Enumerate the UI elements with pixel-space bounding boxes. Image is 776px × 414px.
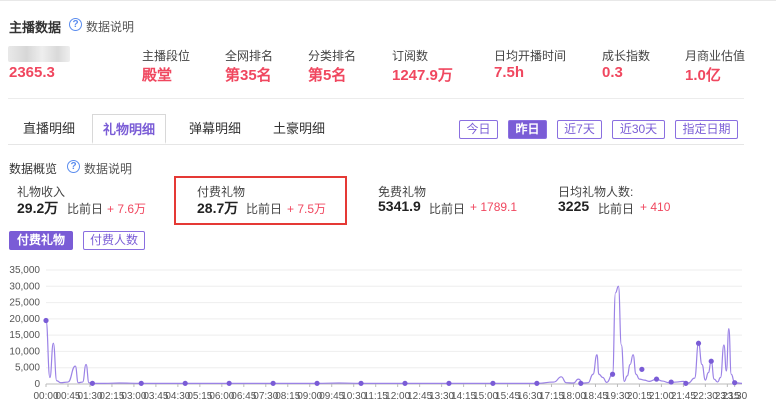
top-rule (0, 0, 776, 4)
data-help-link[interactable]: 数据说明 (86, 18, 134, 35)
metric-compare-label: 比前日 (598, 202, 635, 216)
date-filter-today[interactable]: 今日 (459, 120, 498, 139)
metric-delta-gift-income: + 7.6万 (107, 202, 147, 216)
data-point (138, 380, 144, 386)
data-point (182, 380, 188, 386)
overview-help-link[interactable]: 数据说明 (84, 160, 132, 177)
date-filter-30days[interactable]: 近30天 (612, 120, 665, 139)
x-tick-label: 23:30 (722, 391, 747, 402)
chart-toggle-paid-gifts[interactable]: 付费礼物 (9, 231, 73, 250)
stat-value-monthly-valuation: 1.0亿 (685, 67, 721, 84)
metric-compare-label: 比前日 (429, 202, 466, 216)
paid-gifts-line-chart: 0 5,000 10,000 15,000 20,000 25,000 30,000 35,0… (9, 265, 747, 402)
blurred-anchor-name (8, 46, 70, 62)
stat-label-monthly-valuation: 月商业估值 (685, 49, 746, 63)
data-point (578, 380, 584, 386)
stat-value-daily-hours: 7.5h (494, 64, 525, 81)
data-point (490, 380, 496, 386)
y-tick-label: 15,000 (9, 330, 40, 341)
y-tick-label: 25,000 (9, 298, 40, 309)
tab-danmaku-details[interactable]: 弹幕明细 (176, 114, 254, 144)
metric-value-paid-gifts: 28.7万 (197, 200, 239, 216)
stat-label-category-rank: 分类排名 (308, 49, 357, 63)
stat-label-daily-hours: 日均开播时间 (494, 49, 567, 63)
data-point (43, 317, 49, 324)
metric-delta-paid-gifts: + 7.5万 (287, 202, 327, 216)
data-point (683, 380, 689, 386)
stat-label-global-rank: 全网排名 (225, 49, 274, 63)
stat-label-subscribers: 订阅数 (392, 49, 429, 63)
data-point (668, 379, 674, 385)
chart-toggle-paying-users[interactable]: 付费人数 (83, 231, 145, 250)
anchor-main-value: 2365.3 (9, 64, 55, 81)
help-icon[interactable]: ? (67, 160, 80, 173)
tab-gift-details[interactable]: 礼物明细 (92, 114, 166, 144)
section-title-overview: 数据概览 (9, 162, 58, 176)
metric-delta-daily-gifters: + 410 (640, 200, 671, 214)
y-tick-label: 30,000 (9, 281, 40, 292)
data-point (653, 376, 660, 382)
metric-value-gift-income: 29.2万 (17, 200, 59, 216)
data-point (708, 358, 714, 364)
date-filter-yesterday[interactable]: 昨日 (508, 120, 547, 139)
stat-value-global-rank: 第35名 (225, 67, 272, 84)
date-filter-7days[interactable]: 近7天 (557, 120, 602, 139)
divider (8, 98, 744, 99)
y-tick-label: 10,000 (9, 346, 40, 357)
metric-compare-label: 比前日 (67, 202, 104, 216)
tab-live-details[interactable]: 直播明细 (8, 114, 90, 144)
metric-delta-free-gifts: + 1789.1 (470, 200, 518, 214)
stat-label-growth-index: 成长指数 (602, 49, 651, 63)
y-tick-label: 20,000 (9, 314, 40, 325)
data-point (358, 380, 364, 386)
section-title-anchor-data: 主播数据 (9, 20, 62, 35)
stat-value-growth-index: 0.3 (602, 64, 623, 81)
metric-compare-label: 比前日 (246, 202, 283, 216)
y-tick-label: 0 (34, 379, 40, 390)
stat-label-rank-tier: 主播段位 (142, 49, 191, 63)
y-tick-label: 5,000 (15, 363, 40, 374)
metric-value-free-gifts: 5341.9 (378, 198, 421, 214)
data-point (534, 380, 540, 386)
data-point (89, 380, 95, 386)
data-point (732, 380, 738, 386)
data-point (446, 380, 452, 386)
tab-big-spender-details[interactable]: 土豪明细 (260, 114, 338, 144)
y-tick-label: 35,000 (9, 265, 40, 276)
help-icon[interactable]: ? (69, 18, 82, 31)
date-filter-custom[interactable]: 指定日期 (675, 120, 738, 139)
data-point (639, 366, 645, 372)
stat-value-rank-tier: 殿堂 (142, 67, 173, 84)
stat-value-category-rank: 第5名 (308, 67, 347, 84)
data-point (609, 371, 616, 377)
data-point (695, 340, 702, 346)
data-point (270, 380, 276, 386)
data-point (226, 380, 232, 386)
data-point (402, 380, 408, 386)
stat-value-subscribers: 1247.9万 (392, 67, 453, 84)
data-point (314, 380, 320, 386)
tab-underline (8, 144, 744, 145)
metric-value-daily-gifters: 3225 (558, 198, 590, 214)
